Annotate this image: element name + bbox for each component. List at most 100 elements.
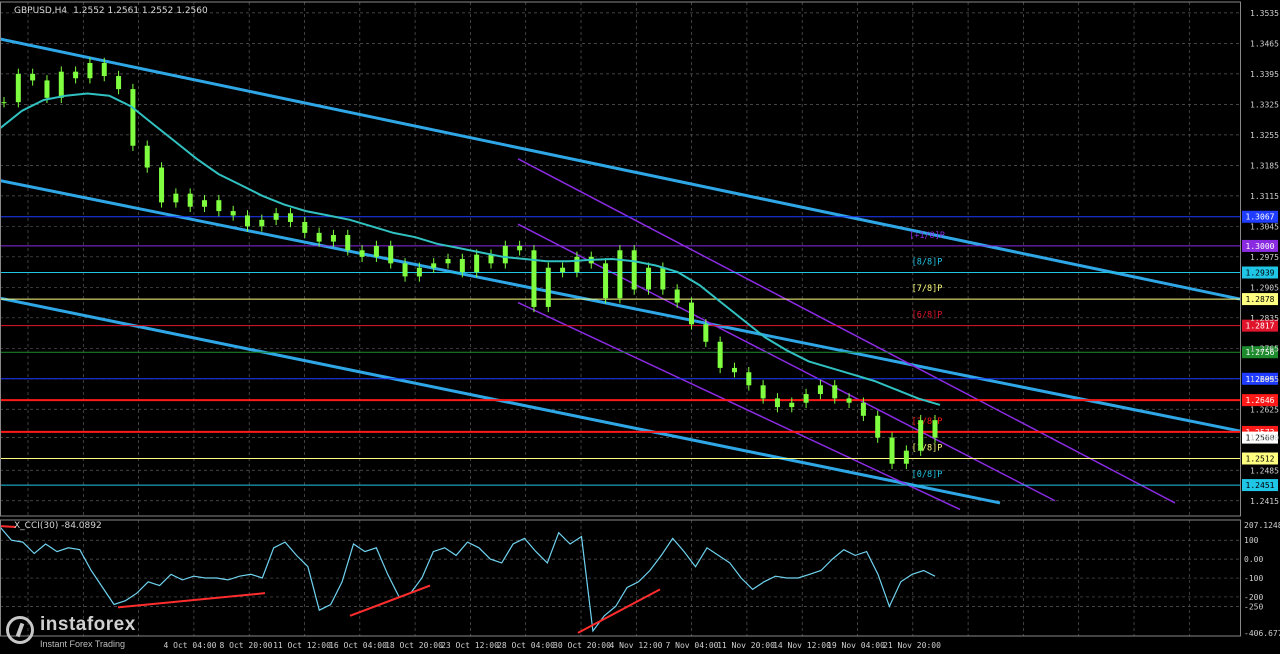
candle-body [574, 256, 580, 273]
chart-title: GBPUSD,H4 1.2552 1.2561 1.2552 1.2560 [14, 6, 208, 16]
x-tick-label: 16 Oct 04:00 [329, 641, 387, 650]
chart-canvas: 1.3067 1.3000 [+1/8]P 1.2939 [8/8]P 1.2878 [7/… [0, 1, 1280, 650]
level-price-label: 1.3067 [1246, 213, 1275, 222]
level-tag: [6/8]P [912, 311, 943, 321]
level-tag: [2/8]P [912, 417, 943, 427]
candle-body [674, 289, 680, 303]
candle-body [617, 250, 623, 299]
candle-body [373, 245, 379, 257]
candle-body [388, 245, 394, 264]
candle-body [273, 213, 279, 220]
y-tick-label: 1.2695 [1250, 375, 1279, 384]
candle-body [903, 450, 909, 464]
candle-body [474, 254, 480, 273]
candle-body [517, 245, 523, 251]
x-tick-label: 18 Oct 20:00 [385, 641, 443, 650]
y-tick-label: 1.2485 [1250, 466, 1279, 475]
logo-brand: instaforex [40, 614, 136, 635]
instaforex-logo: instaforex Instant Forex Trading [4, 612, 164, 654]
x-tick-label: 28 Oct 04:00 [497, 641, 555, 650]
y-tick-label: 1.2905 [1250, 283, 1279, 292]
purple-channel-upper [517, 158, 1176, 504]
candle-body [746, 372, 752, 386]
candle-body [889, 437, 895, 464]
candle-body [216, 200, 222, 212]
cci-y-tick-label: -100 [1244, 574, 1263, 583]
candle-body [402, 263, 408, 277]
candle-body [731, 367, 737, 373]
indicator-label: X_CCI(30) -84.0892 [14, 521, 102, 531]
candle-body [302, 221, 308, 233]
x-tick-label: 8 Oct 20:00 [220, 641, 273, 650]
level-tag: [+1/8]P [909, 231, 945, 241]
candle-body [187, 193, 193, 207]
candle-body [703, 324, 709, 342]
divergence-line [117, 592, 266, 609]
ma-line [0, 92, 941, 406]
candle-body [689, 302, 695, 325]
candle-body [101, 62, 107, 77]
x-tick-label: 14 Nov 12:00 [773, 641, 831, 650]
y-tick-label: 1.2975 [1250, 253, 1279, 262]
candle-body [646, 267, 652, 290]
x-tick-label: 4 Nov 12:00 [610, 641, 663, 650]
candle-body [116, 76, 122, 90]
level-tag: [0/8]P [912, 470, 943, 480]
candle-body [359, 250, 365, 257]
level-price-label: 1.2512 [1246, 455, 1275, 464]
candle-body [73, 71, 79, 79]
moving-average [0, 92, 941, 406]
y-tick-label: 1.2765 [1250, 344, 1279, 353]
y-tick-label: 1.2835 [1250, 314, 1279, 323]
candle-body [259, 219, 265, 227]
cci-y-tick-label: 207.1248 [1244, 521, 1280, 530]
candle-body [202, 200, 208, 207]
candle-body [345, 235, 351, 251]
candle-body [603, 263, 609, 299]
level-tag: [1/8]P [912, 444, 943, 454]
x-tick-label: 19 Nov 04:00 [827, 641, 885, 650]
candle-body [817, 385, 823, 395]
cci-y-tick-label: -200 [1244, 593, 1263, 602]
x-tick-label: 4 Oct 04:00 [164, 641, 217, 650]
candle-body [316, 232, 322, 242]
candle-body [58, 71, 64, 98]
logo-slogan: Instant Forex Trading [40, 639, 126, 649]
channel-middle [0, 179, 1241, 433]
candle-body [660, 267, 666, 290]
candle-body [230, 211, 236, 216]
candle-body [159, 167, 165, 203]
level-price-label: 1.2817 [1246, 322, 1275, 331]
y-tick-label: 1.3535 [1250, 9, 1279, 18]
x-tick-label: 23 Oct 12:00 [441, 641, 499, 650]
divergence-line [349, 584, 431, 617]
candle-body [932, 420, 938, 438]
y-tick-label: 1.2415 [1250, 497, 1279, 506]
y-tick-label: 1.3045 [1250, 222, 1279, 231]
candle-body [488, 254, 494, 264]
y-tick-label: 1.3395 [1250, 70, 1279, 79]
candle-body [846, 398, 852, 403]
y-tick-label: 1.2625 [1250, 405, 1279, 414]
candle-body [15, 73, 21, 103]
x-tick-label: 11 Nov 20:00 [717, 641, 775, 650]
candle-body [560, 267, 566, 273]
candle-body [130, 89, 136, 146]
candle-body [287, 213, 293, 222]
level-price-label: 1.2939 [1246, 269, 1275, 278]
y-tick-label: 1.3115 [1250, 192, 1279, 201]
candle-body [918, 420, 924, 451]
candle-body [144, 145, 150, 168]
candle-body [545, 267, 551, 307]
candle-body [44, 80, 50, 98]
candle-body [502, 245, 508, 264]
level-price-label: 1.2646 [1246, 396, 1275, 405]
candle-body [173, 193, 179, 203]
candle-body [803, 394, 809, 403]
x-tick-label: 30 Oct 20:00 [553, 641, 611, 650]
level-tag: [8/8]P [912, 258, 943, 268]
candle-body [431, 263, 437, 268]
candle-body [416, 267, 422, 277]
level-price-label: 1.2878 [1246, 295, 1275, 304]
candle-body [87, 62, 93, 79]
